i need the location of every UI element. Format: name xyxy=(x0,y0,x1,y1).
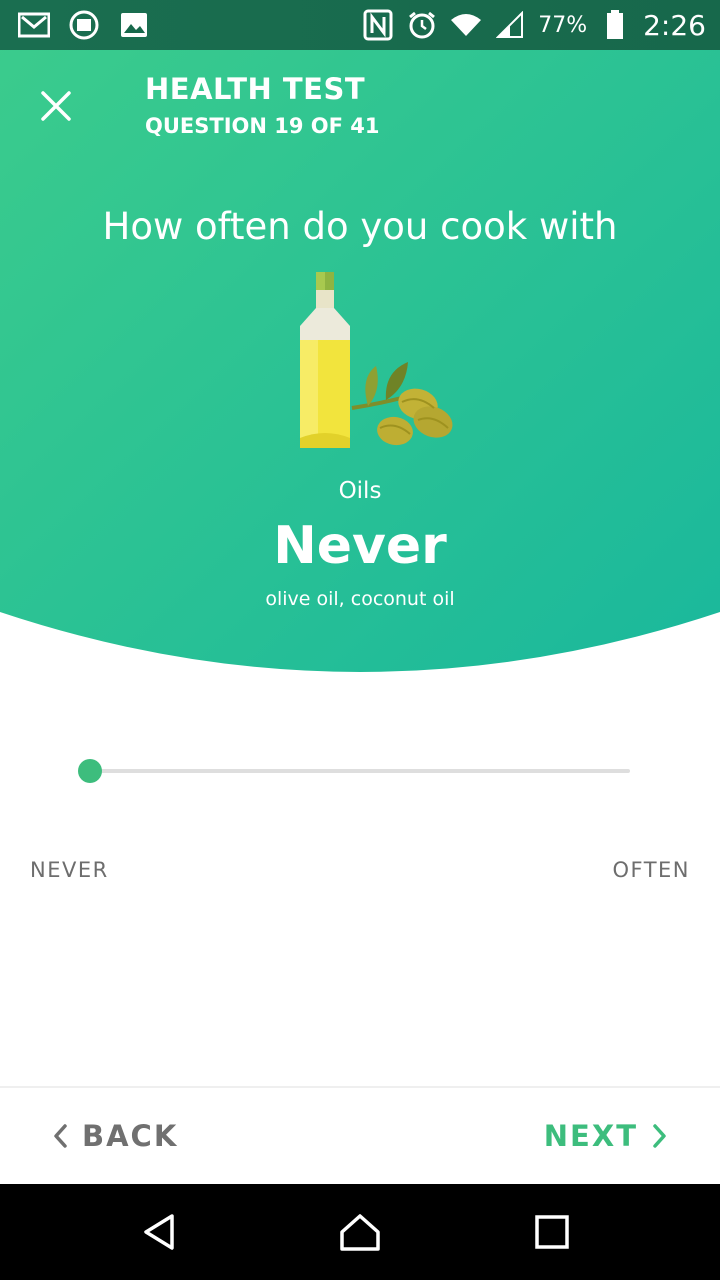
close-button[interactable] xyxy=(32,82,80,130)
next-button[interactable]: NEXT xyxy=(544,1110,668,1162)
home-icon xyxy=(340,1214,380,1251)
scale-label-often: OFTEN xyxy=(612,858,690,882)
footer-divider xyxy=(0,1086,720,1088)
close-icon xyxy=(41,91,71,121)
battery-percent: 77% xyxy=(538,12,588,38)
page-title: HEALTH TEST xyxy=(145,72,366,106)
back-label: BACK xyxy=(82,1119,179,1153)
chevron-right-icon xyxy=(653,1124,666,1148)
gmail-icon xyxy=(18,9,50,41)
slider-thumb[interactable] xyxy=(78,759,102,783)
signal-icon xyxy=(494,9,526,41)
next-label: NEXT xyxy=(543,1119,638,1153)
olive-oil-bottle-icon xyxy=(290,268,460,458)
recents-square-icon xyxy=(535,1215,569,1249)
health-test-screen: 77% 2:26 HEALTH TEST QUESTION 19 OF 41 H… xyxy=(0,0,720,1280)
clock: 2:26 xyxy=(643,8,706,42)
nav-home-button[interactable] xyxy=(338,1210,382,1254)
nfc-icon xyxy=(362,9,394,41)
category-label: Oils xyxy=(338,478,382,504)
back-button[interactable]: BACK xyxy=(52,1110,178,1162)
category-examples: olive oil, coconut oil xyxy=(265,588,455,610)
status-bar: 77% 2:26 xyxy=(0,0,720,50)
slider-track[interactable] xyxy=(90,769,630,773)
alarm-icon xyxy=(406,9,438,41)
scale-label-never: NEVER xyxy=(30,858,109,882)
wifi-icon xyxy=(450,9,482,41)
image-icon xyxy=(118,9,150,41)
question-counter: QUESTION 19 OF 41 xyxy=(145,114,380,138)
sf-app-icon xyxy=(68,9,100,41)
nav-back-button[interactable] xyxy=(138,1210,182,1254)
triangle-back-icon xyxy=(144,1214,174,1250)
nav-recents-button[interactable] xyxy=(530,1210,574,1254)
battery-icon xyxy=(599,9,631,41)
frequency-slider[interactable] xyxy=(78,755,630,787)
chevron-left-icon xyxy=(54,1124,67,1148)
android-navigation-bar xyxy=(0,1184,720,1280)
selected-answer: Never xyxy=(273,516,447,576)
question-text: How often do you cook with xyxy=(102,205,618,248)
